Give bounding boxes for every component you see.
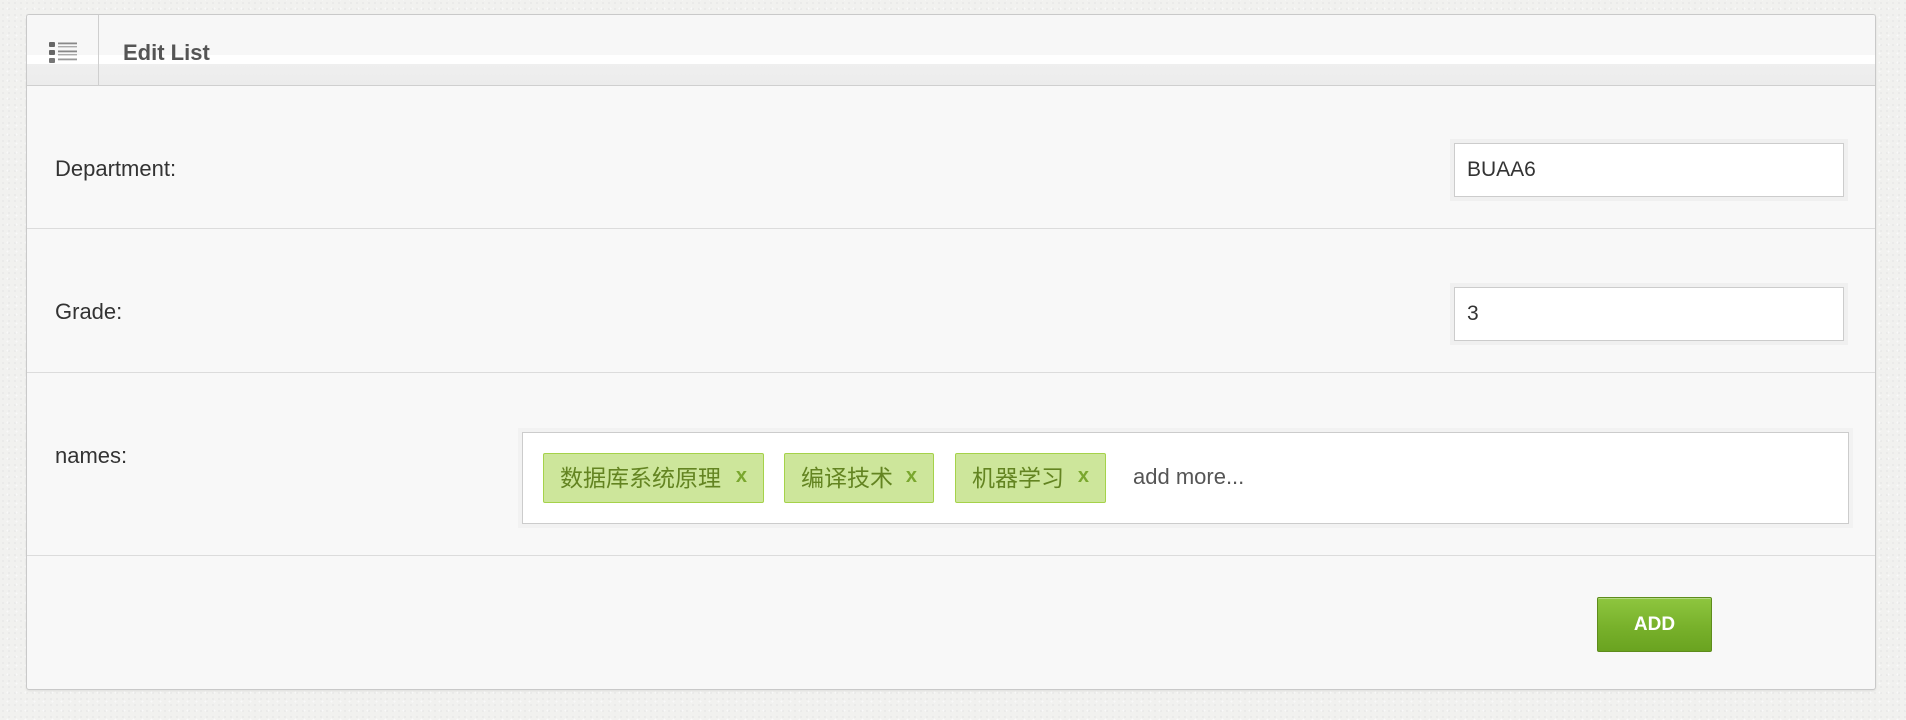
tag-item: 机器学习 x bbox=[955, 453, 1106, 503]
tag-text: 数据库系统原理 bbox=[560, 465, 721, 491]
tag-remove-button[interactable]: x bbox=[906, 452, 917, 500]
names-row: names: 数据库系统原理 x 编译技术 x 机器学习 x bbox=[27, 373, 1875, 556]
header-icon-cell bbox=[27, 15, 99, 85]
add-tag-input[interactable] bbox=[1133, 461, 1493, 493]
tag-item: 数据库系统原理 x bbox=[543, 453, 764, 503]
grade-row: Grade: bbox=[27, 229, 1875, 373]
list-icon bbox=[49, 42, 77, 63]
edit-list-panel: Edit List Department: Grade: names: 数据库系… bbox=[26, 14, 1876, 690]
tag-item: 编译技术 x bbox=[784, 453, 934, 503]
department-row: Department: bbox=[27, 86, 1875, 229]
panel-title: Edit List bbox=[123, 40, 210, 65]
grade-input[interactable] bbox=[1454, 287, 1844, 341]
tag-text: 编译技术 bbox=[801, 465, 893, 491]
tag-text: 机器学习 bbox=[972, 465, 1064, 491]
department-input[interactable] bbox=[1454, 143, 1844, 197]
panel-header: Edit List bbox=[27, 15, 1875, 86]
department-label: Department: bbox=[55, 156, 177, 181]
names-label: names: bbox=[55, 443, 128, 468]
grade-label: Grade: bbox=[55, 299, 123, 324]
actions-row: ADD bbox=[27, 556, 1875, 689]
add-button[interactable]: ADD bbox=[1597, 597, 1712, 652]
tag-remove-button[interactable]: x bbox=[1078, 452, 1089, 500]
tag-remove-button[interactable]: x bbox=[736, 452, 747, 500]
tags-input-box[interactable]: 数据库系统原理 x 编译技术 x 机器学习 x bbox=[522, 432, 1849, 524]
